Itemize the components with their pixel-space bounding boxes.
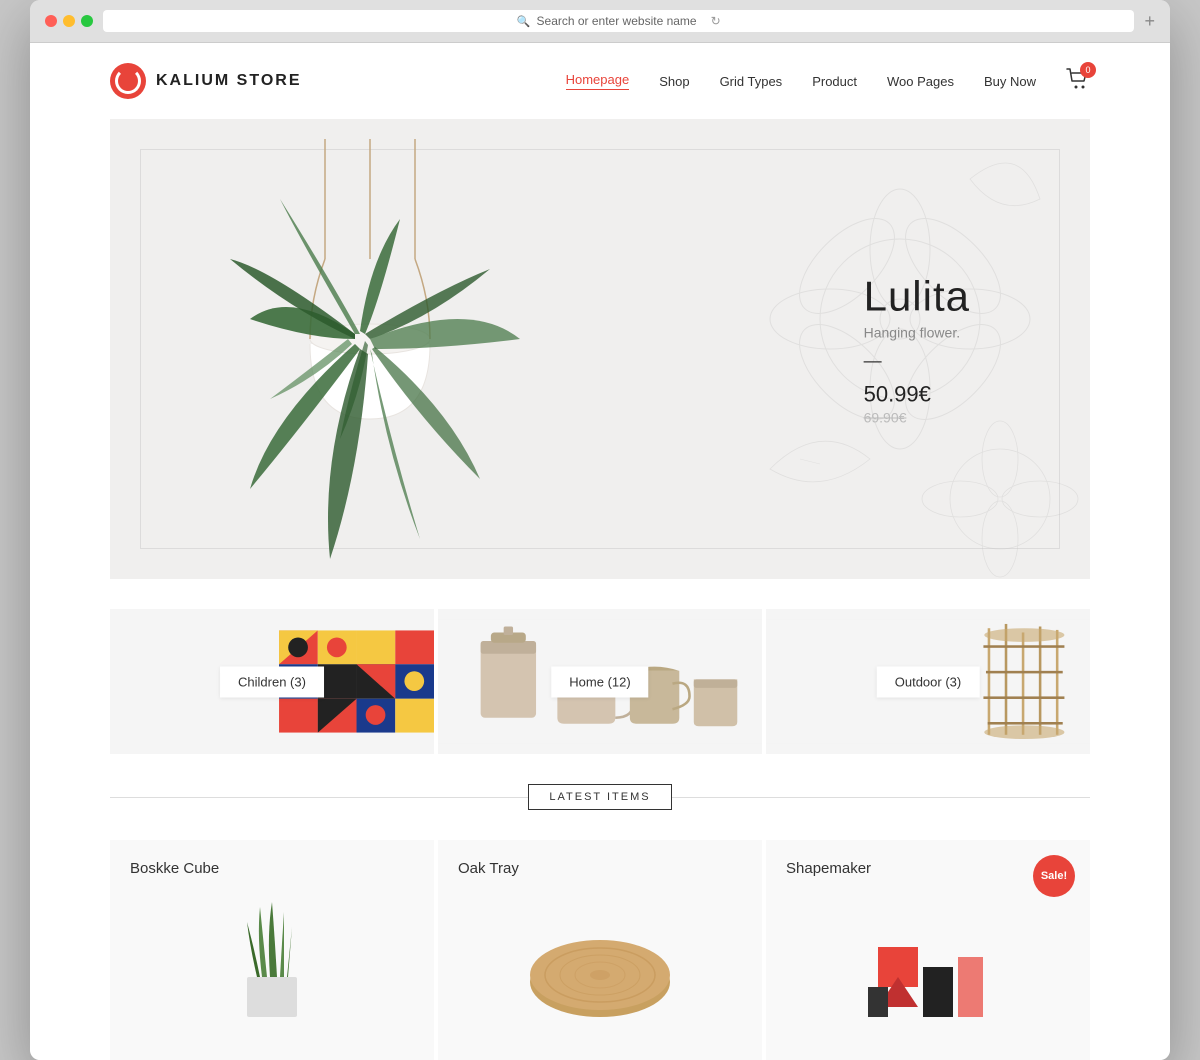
hero-text: Lulita Hanging flower. — 50.99€ 69.90€ [864,273,970,426]
oak-illustration [520,907,680,1027]
product-title-boskke: Boskke Cube [130,860,414,877]
shapemaker-illustration [858,927,998,1027]
product-image-boskke [130,887,414,1027]
divider-left [110,797,528,798]
logo-text: KALIUM STORE [156,72,301,90]
nav-grid-types[interactable]: Grid Types [720,74,783,89]
hero-plant [170,139,570,579]
site-header: KALIUM STORE Homepage Shop Grid Types Pr… [30,43,1170,119]
product-grid: Boskke Cube Oak Tray [110,840,1090,1060]
address-text: Search or enter website name [537,14,697,28]
product-title-shapemaker: Shapemaker [786,860,1070,877]
category-home-label: Home (12) [551,666,648,697]
category-children[interactable]: Children (3) [110,609,434,754]
traffic-lights [45,15,93,27]
cart-count: 0 [1080,62,1096,78]
category-outdoor-label: Outdoor (3) [877,666,980,697]
boskke-illustration [212,897,332,1027]
category-outdoor[interactable]: Outdoor (3) [766,609,1090,754]
maximize-button[interactable] [81,15,93,27]
nav-homepage[interactable]: Homepage [566,72,630,90]
latest-items-label: LATEST ITEMS [528,784,671,810]
sale-badge: Sale! [1033,855,1075,897]
hero-subtitle: Hanging flower. [864,325,970,341]
product-image-shapemaker [786,887,1070,1027]
product-oak-tray[interactable]: Oak Tray [438,840,762,1060]
hero-title: Lulita [864,273,970,321]
hero-banner: Lulita Hanging flower. — 50.99€ 69.90€ [110,119,1090,579]
section-divider: LATEST ITEMS [110,784,1090,810]
close-button[interactable] [45,15,57,27]
search-icon: 🔍 [517,15,531,28]
browser-chrome: 🔍 Search or enter website name ↻ + [30,0,1170,43]
new-tab-button[interactable]: + [1144,11,1155,32]
divider-right [672,797,1090,798]
nav-woo-pages[interactable]: Woo Pages [887,74,954,89]
category-home[interactable]: Home (12) [438,609,762,754]
product-image-oak [458,887,742,1027]
refresh-icon: ↻ [711,14,721,28]
product-boskke-cube[interactable]: Boskke Cube [110,840,434,1060]
category-children-label: Children (3) [220,666,324,697]
product-shapemaker[interactable]: Sale! Shapemaker [766,840,1090,1060]
cart-button[interactable]: 0 [1066,68,1090,95]
nav-shop[interactable]: Shop [659,74,689,89]
product-title-oak: Oak Tray [458,860,742,877]
nav-buy-now[interactable]: Buy Now [984,74,1036,89]
minimize-button[interactable] [63,15,75,27]
logo[interactable]: KALIUM STORE [110,63,301,99]
logo-icon [110,63,146,99]
browser-content: KALIUM STORE Homepage Shop Grid Types Pr… [30,43,1170,1060]
main-nav: Homepage Shop Grid Types Product Woo Pag… [566,68,1090,95]
address-bar[interactable]: 🔍 Search or enter website name ↻ [103,10,1134,32]
hero-price-old: 69.90€ [864,410,970,426]
hero-price: 50.99€ [864,382,970,408]
hero-divider: — [864,351,970,372]
nav-product[interactable]: Product [812,74,857,89]
category-grid: Children (3) [110,609,1090,754]
browser-window: 🔍 Search or enter website name ↻ + KALIU… [30,0,1170,1060]
